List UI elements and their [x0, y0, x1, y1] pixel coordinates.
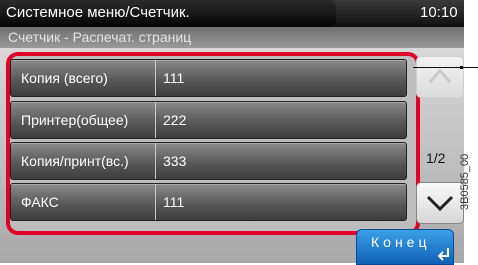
- scroll-down-button[interactable]: [416, 182, 464, 224]
- counter-row-copy-print-total: Копия/принт(вс.) 333: [10, 142, 407, 180]
- title-tab: Системное меню/Счетчик.: [0, 0, 336, 27]
- counter-value: 333: [163, 153, 187, 169]
- counter-value: 111: [163, 70, 185, 86]
- counter-label: Копия (всего): [11, 60, 156, 96]
- subtitle-bar: Счетчик - Распечат. страниц: [0, 27, 464, 48]
- counter-row-printer-total: Принтер(общее) 222: [10, 101, 407, 139]
- panel-screen: Системное меню/Счетчик. 10:10 Счетчик - …: [0, 0, 464, 265]
- page-indicator: 1/2: [426, 150, 446, 166]
- end-button-label: Конец: [371, 234, 431, 250]
- scroll-up-button[interactable]: [416, 56, 464, 98]
- callout-line: [413, 67, 478, 68]
- counter-value: 111: [163, 194, 185, 210]
- counter-label: Копия/принт(вс.): [11, 143, 156, 179]
- counter-label: ФАКС: [11, 184, 156, 220]
- counter-value: 222: [163, 112, 187, 128]
- counter-label: Принтер(общее): [11, 102, 156, 138]
- counter-row-copy-total: Копия (всего) 111: [10, 59, 407, 97]
- chevron-down-icon: [426, 195, 454, 212]
- breadcrumb: Счетчик - Распечат. страниц: [8, 29, 192, 45]
- page-title: Системное меню/Счетчик.: [6, 4, 190, 21]
- clock: 10:10: [420, 4, 458, 21]
- title-bar: Системное меню/Счетчик. 10:10: [0, 0, 464, 27]
- callout-dot: [460, 66, 463, 69]
- end-button[interactable]: Конец: [356, 229, 454, 265]
- figure-code: 3B0585_00: [459, 153, 471, 210]
- chevron-up-icon: [428, 68, 452, 84]
- enter-icon: [437, 248, 449, 261]
- counter-row-fax: ФАКС 111: [10, 183, 407, 221]
